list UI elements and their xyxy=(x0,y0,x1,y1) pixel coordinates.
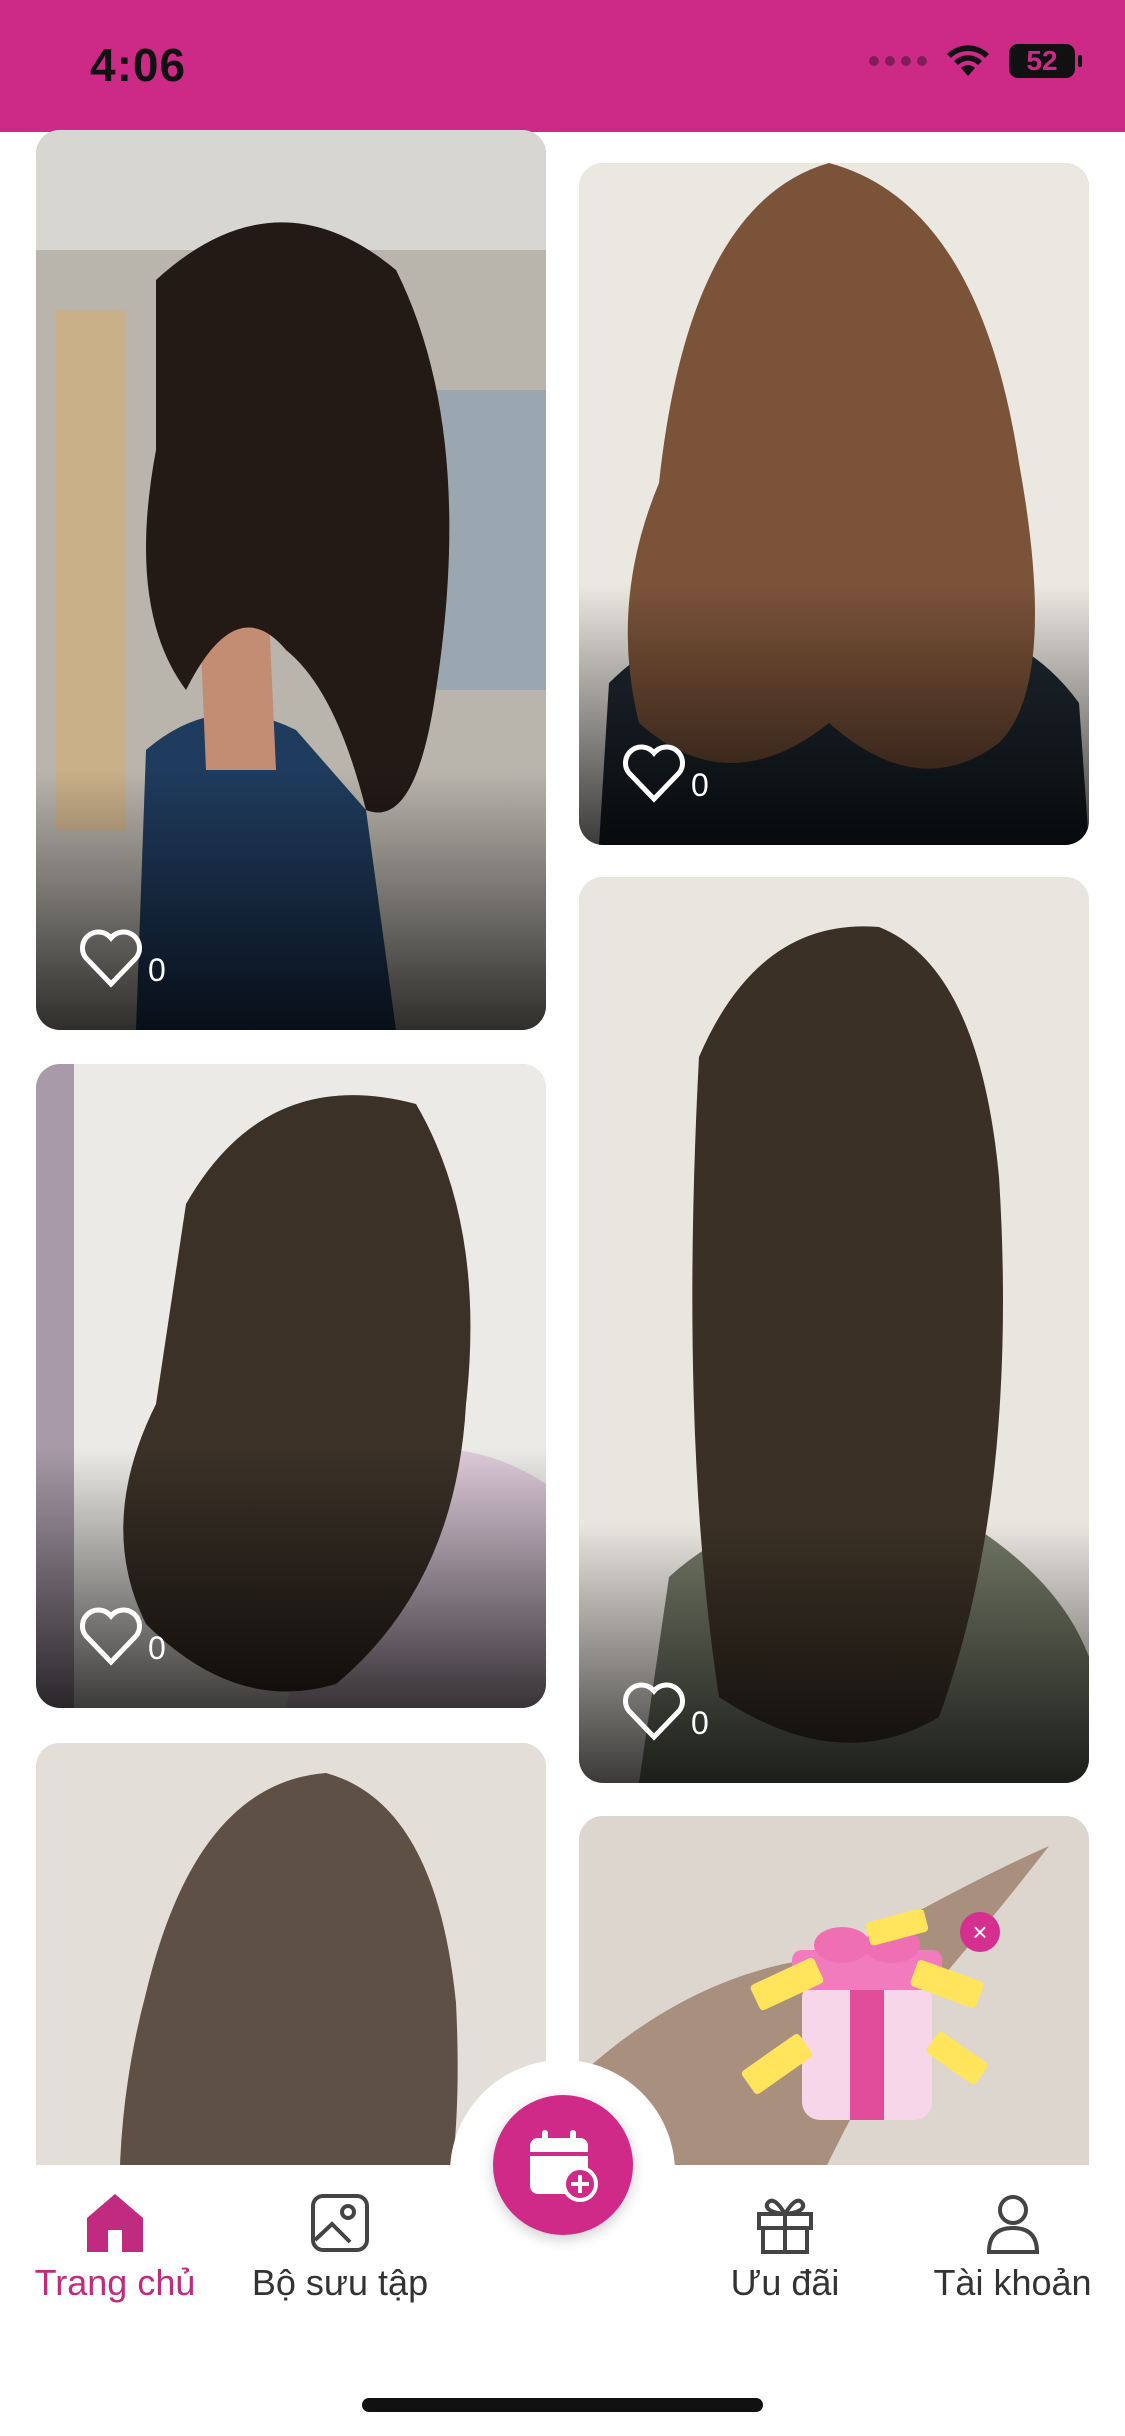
status-time: 4:06 xyxy=(90,39,187,91)
hairstyle-card[interactable]: 0 xyxy=(579,877,1089,1783)
gift-icon xyxy=(757,2198,813,2254)
wifi-icon xyxy=(947,45,989,76)
like-button[interactable]: 0 xyxy=(78,928,166,988)
calendar-add-icon xyxy=(530,2130,598,2202)
heart-icon xyxy=(80,1607,142,1666)
heart-icon xyxy=(623,1682,685,1741)
battery-icon: 52 xyxy=(1009,44,1082,78)
hairstyle-card[interactable]: 0 xyxy=(579,163,1089,845)
nav-label: Bộ sưu tập xyxy=(251,2262,429,2303)
close-gift-button[interactable]: × xyxy=(960,1912,1000,1952)
nav-item-collection[interactable]: Bộ sưu tập xyxy=(240,2190,440,2304)
nav-item-home[interactable]: Trang chủ xyxy=(20,2190,210,2304)
like-button[interactable]: 0 xyxy=(621,1681,709,1741)
hairstyle-card[interactable]: 0 xyxy=(36,1064,546,1708)
like-button[interactable]: 0 xyxy=(78,1606,166,1666)
nav-item-offers[interactable]: Ưu đãi xyxy=(700,2190,870,2304)
like-count: 0 xyxy=(691,1705,709,1741)
user-icon xyxy=(986,2195,1039,2254)
nav-label: Tài khoản xyxy=(933,2262,1092,2303)
home-indicator[interactable] xyxy=(362,2398,763,2412)
nav-label: Ưu đãi xyxy=(730,2262,840,2303)
home-icon xyxy=(87,2194,143,2252)
cellular-signal-icon xyxy=(869,56,927,66)
nav-item-account[interactable]: Tài khoản xyxy=(915,2190,1110,2304)
hairstyle-card[interactable]: 0 xyxy=(36,130,546,1030)
like-button[interactable]: 0 xyxy=(621,743,709,803)
book-appointment-button[interactable] xyxy=(493,2095,633,2235)
nav-label: Trang chủ xyxy=(34,2262,196,2303)
gallery-icon xyxy=(311,2194,369,2252)
battery-level: 52 xyxy=(1026,45,1058,76)
like-count: 0 xyxy=(691,767,709,803)
heart-icon xyxy=(623,744,685,803)
status-bar: 4:06 52 xyxy=(0,0,1125,132)
status-icons: 52 xyxy=(869,44,1082,78)
like-count: 0 xyxy=(148,952,166,988)
heart-icon xyxy=(80,929,142,988)
like-count: 0 xyxy=(148,1630,166,1666)
